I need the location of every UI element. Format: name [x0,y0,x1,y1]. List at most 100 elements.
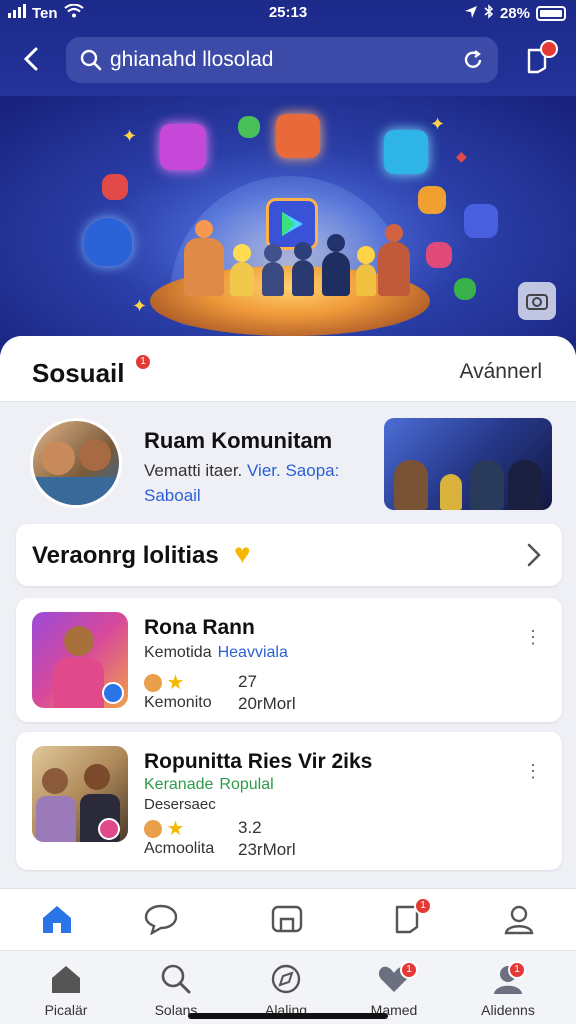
coin-icon [144,819,162,838]
notification-badge [540,40,558,58]
gallery-icon [271,905,303,933]
content-sheet: Sosuail 1 Avánnerl Ruam Komunitam Vematt… [0,336,576,896]
nav-profile[interactable]: 1 Alidenns [470,961,546,1023]
location-icon [464,5,478,23]
person-figure [292,260,314,296]
person-figure [230,262,254,296]
compass-icon [271,964,301,994]
item-count: 3.2 [238,818,262,837]
person-figure [356,264,376,296]
tab-notifications[interactable]: 1 [392,897,432,939]
person-figure [470,460,504,510]
heart-icon: ♥ [234,538,251,569]
item-tags: Kemotida Heavviala [144,644,288,662]
person-face [79,439,111,471]
item-count: 27 [238,672,257,691]
person-face [64,626,94,656]
search-bar[interactable]: ghianahd llosolad [66,37,498,83]
item-highlight: Ropulal [219,776,274,793]
search-icon [80,49,102,71]
badge-icon [98,818,120,840]
person-body [36,796,76,842]
sparkle-icon: ✦ [132,296,148,316]
person-figure [378,242,410,296]
more-options-icon[interactable]: ⋮ [524,628,542,646]
item-subtitle: Desersaec [144,796,216,813]
person-figure [322,252,350,296]
star-icon: ★ [166,818,185,840]
item-tags: Keranade Ropulal [144,776,274,794]
profile-badge: 1 [508,961,526,979]
more-options-icon[interactable]: ⋮ [524,762,542,780]
person-figure [262,262,284,296]
chevron-right-icon [526,542,542,573]
item-highlight: Heavviala [217,644,288,661]
item-meta: 23rMorl [238,840,296,859]
person-body [33,477,119,505]
back-button[interactable] [14,42,48,76]
app-store-icon [160,124,206,170]
promo-row[interactable]: Veraonrg lolitias ♥ [16,524,562,586]
person-figure [508,460,542,510]
tab-home[interactable] [40,903,76,939]
smile-app-icon [418,186,446,214]
person-figure [184,238,224,296]
sparkle-icon: ◆ [456,148,467,164]
music-tile-icon [426,242,452,268]
community-feature[interactable]: Ruam Komunitam Vematti itaer. Vier. Saop… [0,402,576,518]
person-face [41,441,75,475]
person-face [84,764,110,790]
item-category: Keranade [144,776,214,793]
section-header: Sosuail 1 Avánnerl [0,336,576,402]
home-indicator [188,1013,388,1019]
notifications-button[interactable] [522,40,558,78]
home-icon [52,966,80,993]
person-face [42,768,68,794]
tab-profile[interactable] [502,903,538,939]
promo-text: Veraonrg lolitias [32,542,219,569]
item-meta: 20rMorl [238,694,296,713]
tab-gallery[interactable] [270,903,306,939]
item-meta-row: Acmoolita [144,840,214,858]
battery-icon [536,6,566,21]
search-input[interactable]: ghianahd llosolad [110,48,462,72]
community-desc-link[interactable]: Vier. Saopa: [247,461,339,480]
sparkle-icon: ✦ [122,126,138,146]
sparkle-icon: ✦ [430,114,446,134]
verified-badge [102,682,124,704]
tab-chat[interactable] [144,903,180,939]
hero-people-group [180,216,410,296]
status-right: 28% [464,4,566,23]
music-icon [102,174,128,200]
list-item[interactable]: Rona Rann Kemotida Heavviala ★ 27 Kemonit… [16,598,562,722]
community-photo [384,418,552,510]
nav-home[interactable]: Picalär [28,963,104,1023]
person-figure [394,460,428,510]
community-avatar [30,418,122,508]
item-thumbnail [32,746,128,842]
top-header: Ten 25:13 28% ghianahd llosolad [0,0,576,96]
item-meta-label: Acmoolita [144,840,215,857]
search-icon [161,964,191,994]
person-body [54,658,104,708]
nav-home-label: Picalär [44,1002,88,1018]
refresh-icon[interactable] [462,49,484,71]
chevron-left-icon [23,47,38,71]
green-tile-icon [454,278,476,300]
community-desc-text: Vematti itaer. [144,461,243,480]
list-item[interactable]: Ropunitta Ries Vir 2iks Keranade Ropulal … [16,732,562,870]
camera-button[interactable] [518,282,556,320]
gem-app-icon [384,130,428,174]
section-title: Sosuail [32,358,125,388]
shield-app-icon [84,218,132,266]
community-description: Vematti itaer. Vier. Saopa: Saboail [144,458,372,508]
section-title-badge: 1 [134,353,152,371]
community-name: Ruam Komunitam [144,428,333,453]
item-rating-row: ★ [144,670,184,695]
profile-icon [504,905,534,935]
card-figure [440,474,462,510]
advanced-link[interactable]: Avánnerl [459,360,542,384]
coin-icon [144,673,162,692]
tab-bar-primary: 1 [0,888,576,950]
home-icon [43,906,71,933]
